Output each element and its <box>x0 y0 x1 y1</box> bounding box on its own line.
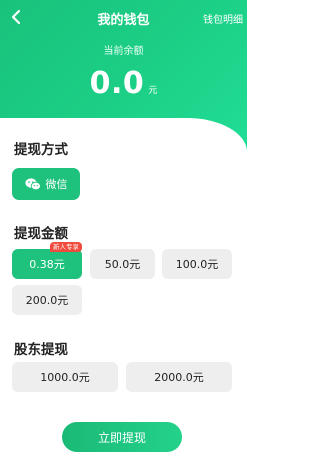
wechat-icon <box>24 177 41 190</box>
shareholder-option-0[interactable]: 1000.0元 <box>12 362 118 392</box>
balance-unit: 元 <box>148 86 158 96</box>
balance-display: 0.0 元 <box>0 66 247 101</box>
withdraw-now-button[interactable]: 立即提现 <box>62 422 182 452</box>
shareholder-title: 股东提现 <box>14 342 68 358</box>
amount-option-2[interactable]: 100.0元 <box>162 249 232 279</box>
amount-option-0[interactable]: 0.38元 <box>12 249 82 279</box>
withdraw-method-title: 提现方式 <box>14 142 68 158</box>
wechat-option-label: 微信 <box>45 178 68 191</box>
amount-option-3[interactable]: 200.0元 <box>12 285 82 315</box>
balance-label: 当前余额 <box>103 46 144 57</box>
wechat-option-button[interactable]: 微信 <box>12 168 80 200</box>
withdraw-amount-title: 提现金额 <box>14 226 68 242</box>
balance-amount: 0.0 <box>89 66 145 101</box>
top-bar: 我的钱包 钱包明细 <box>0 0 247 34</box>
shareholder-option-1[interactable]: 2000.0元 <box>126 362 232 392</box>
amount-option-1[interactable]: 50.0元 <box>90 249 155 279</box>
wallet-detail-link[interactable]: 钱包明细 <box>203 11 243 26</box>
new-user-badge: 新人专享 <box>50 242 82 252</box>
